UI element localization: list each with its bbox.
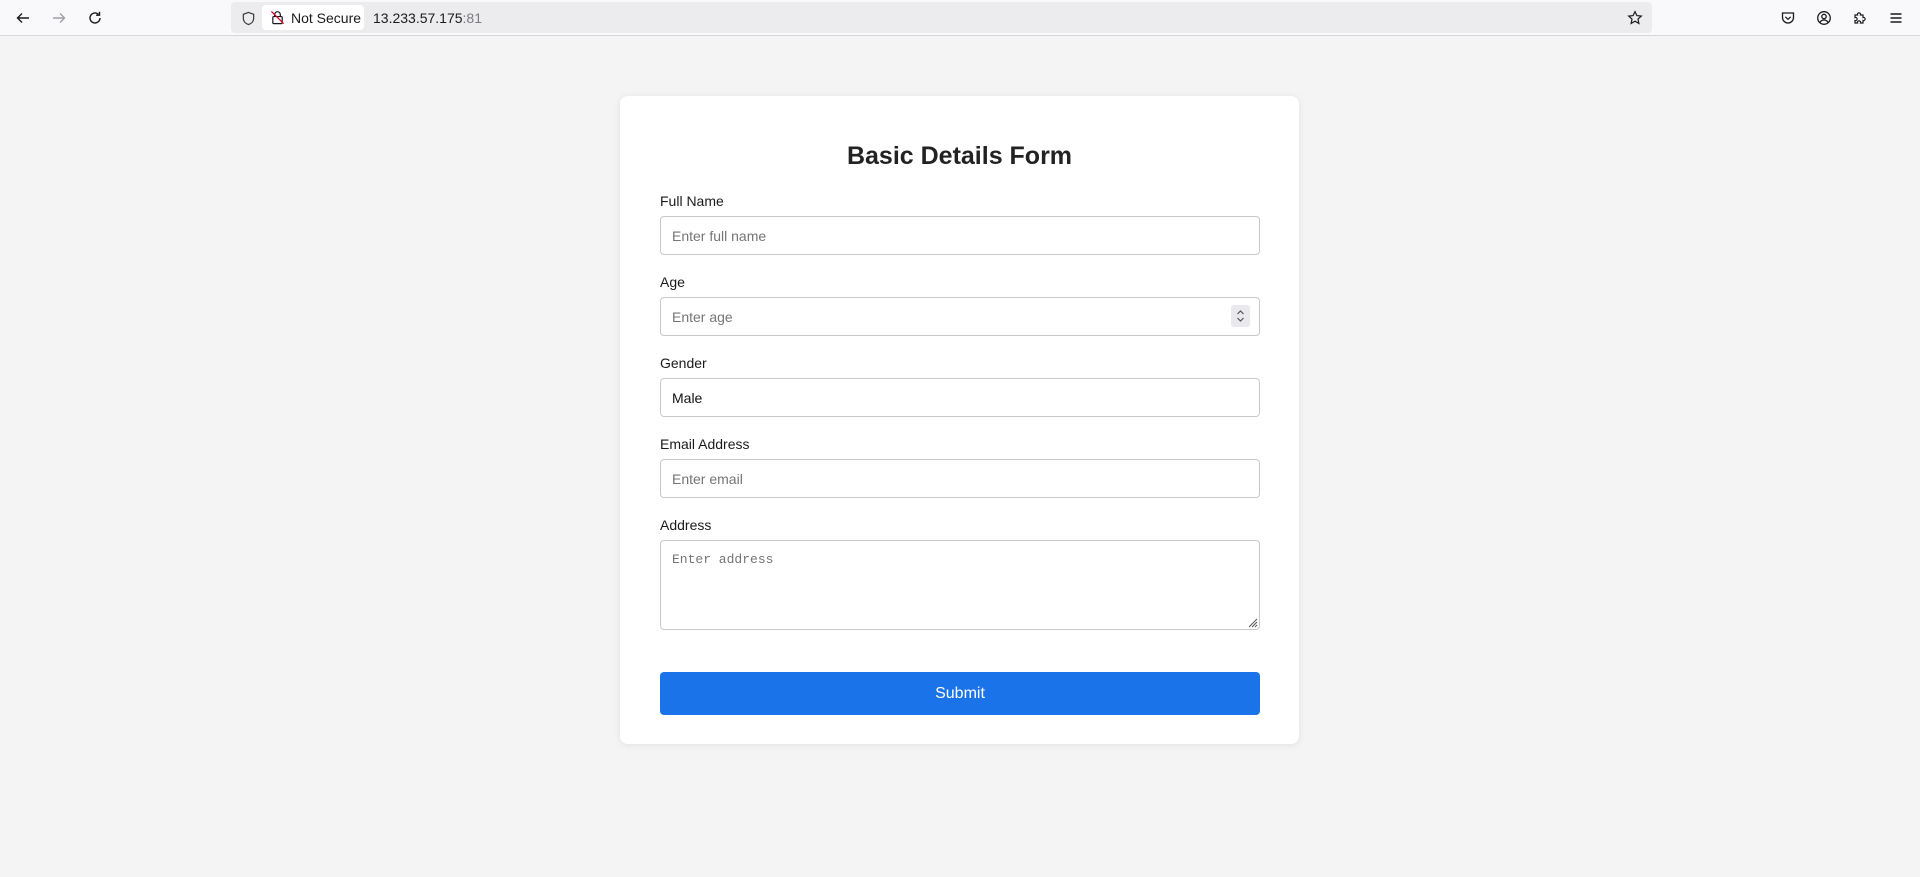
account-icon — [1817, 11, 1831, 25]
url-port: :81 — [462, 10, 482, 26]
full-name-input[interactable] — [660, 216, 1260, 255]
arrow-left-icon — [16, 13, 29, 23]
menu-button[interactable] — [1883, 5, 1909, 31]
security-label: Not Secure — [291, 9, 362, 26]
age-input[interactable] — [660, 297, 1260, 336]
address-label: Address — [660, 517, 712, 533]
reload-button[interactable] — [82, 5, 108, 31]
account-button[interactable] — [1811, 5, 1837, 31]
back-button[interactable] — [10, 5, 36, 31]
forward-button[interactable] — [46, 5, 72, 31]
hamburger-menu-icon — [1890, 13, 1902, 23]
submit-button[interactable]: Submit — [660, 672, 1260, 715]
pocket-button[interactable] — [1775, 5, 1801, 31]
email-input[interactable] — [660, 459, 1260, 498]
email-label: Email Address — [660, 436, 750, 452]
insecure-lock-icon — [270, 10, 285, 25]
reload-icon — [89, 11, 101, 24]
form-card: Basic Details Form Full Name Age Gender … — [620, 96, 1299, 744]
stepper-arrows-icon — [1237, 310, 1244, 322]
star-icon — [1627, 10, 1643, 25]
puzzle-icon — [1854, 12, 1866, 24]
url-text[interactable]: 13.233.57.175:81 — [373, 10, 482, 26]
shield-icon[interactable] — [239, 9, 257, 27]
age-label: Age — [660, 274, 685, 290]
age-stepper[interactable] — [1231, 305, 1250, 327]
extensions-button[interactable] — [1847, 5, 1873, 31]
resize-grip-icon[interactable] — [1246, 616, 1258, 628]
bookmark-button[interactable] — [1624, 7, 1646, 29]
gender-label: Gender — [660, 355, 707, 371]
gender-select[interactable]: Male — [660, 378, 1260, 417]
form-title: Basic Details Form — [846, 142, 1073, 170]
url-host: 13.233.57.175 — [373, 10, 463, 26]
site-security-indicator[interactable]: Not Secure — [262, 5, 364, 30]
address-bar[interactable]: Not Secure 13.233.57.175:81 — [231, 2, 1652, 33]
pocket-icon — [1781, 12, 1795, 24]
arrow-right-icon — [53, 13, 66, 23]
full-name-label: Full Name — [660, 193, 724, 209]
browser-toolbar: Not Secure 13.233.57.175:81 — [0, 0, 1920, 36]
address-textarea[interactable] — [660, 540, 1260, 630]
